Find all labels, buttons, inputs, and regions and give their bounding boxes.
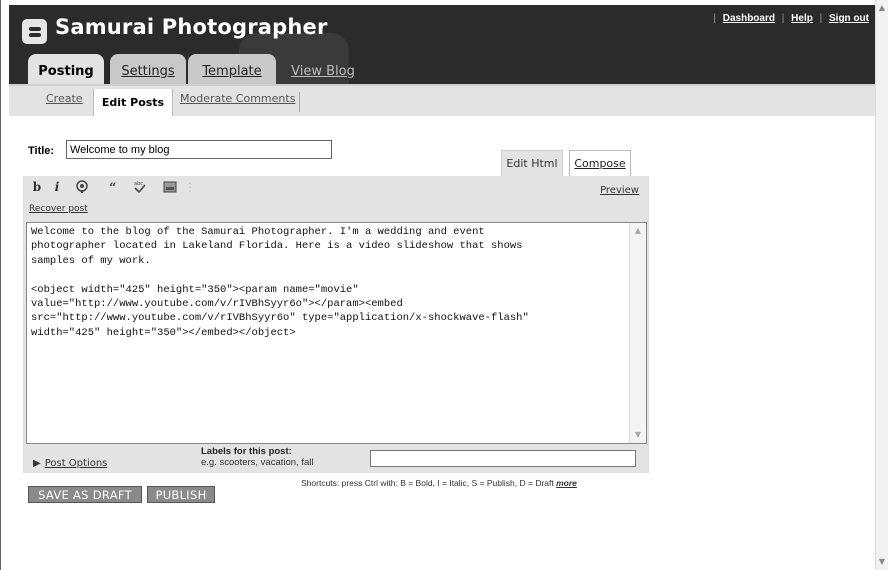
- image-icon[interactable]: [163, 180, 177, 194]
- blog-title[interactable]: Samurai Photographer: [55, 15, 328, 39]
- shortcuts-more-link[interactable]: more: [556, 478, 577, 488]
- scroll-down-icon[interactable]: ▼: [632, 429, 644, 441]
- post-body-textarea[interactable]: Welcome to the blog of the Samurai Photo…: [26, 222, 647, 444]
- publish-button[interactable]: PUBLISH: [147, 486, 215, 503]
- scroll-down-icon[interactable]: ▼: [876, 556, 888, 568]
- italic-icon[interactable]: i: [50, 180, 64, 194]
- logo-bar-top: [29, 27, 41, 31]
- tab-compose[interactable]: Compose: [569, 150, 631, 176]
- help-link[interactable]: Help: [791, 13, 813, 24]
- blogger-header: Samurai Photographer | Dashboard | Help …: [9, 5, 877, 89]
- post-options-link[interactable]: Post Options: [45, 458, 108, 469]
- sign-out-link[interactable]: Sign out: [829, 13, 869, 24]
- recover-post-link[interactable]: Recover post: [29, 204, 88, 214]
- scroll-up-icon[interactable]: ▲: [876, 2, 888, 14]
- logo-bar-bottom: [29, 33, 41, 37]
- labels-title: Labels for this post:: [201, 446, 292, 457]
- dashboard-link[interactable]: Dashboard: [723, 13, 775, 24]
- tab-view-blog[interactable]: View Blog: [285, 54, 361, 87]
- preview-link[interactable]: Preview: [600, 185, 639, 196]
- bold-icon[interactable]: b: [30, 180, 44, 194]
- labels-hint: e.g. scooters, vacation, fall: [201, 457, 314, 468]
- subnav-divider: [299, 92, 300, 112]
- subnav-moderate-comments[interactable]: Moderate Comments: [180, 92, 295, 105]
- link-icon[interactable]: [75, 180, 89, 194]
- post-editor: b i “ abc ⋮ Preview Recover post Welcome…: [23, 176, 649, 473]
- window-scrollbar[interactable]: ▲ ▼: [875, 0, 888, 570]
- toolbar-divider: ⋮: [184, 180, 196, 194]
- link-separator: |: [713, 13, 716, 24]
- expand-triangle-icon: ▶: [33, 458, 41, 469]
- blogger-logo-icon[interactable]: [22, 19, 47, 44]
- spellcheck-icon[interactable]: abc: [133, 180, 147, 194]
- post-body-text[interactable]: Welcome to the blog of the Samurai Photo…: [27, 223, 646, 342]
- shortcuts-text: Shortcuts: press Ctrl with: B = Bold, I …: [301, 478, 554, 488]
- title-label: Title:: [28, 145, 55, 157]
- scroll-up-icon[interactable]: ▲: [632, 225, 644, 237]
- labels-input[interactable]: [370, 450, 636, 467]
- subnav-create[interactable]: Create: [46, 92, 83, 105]
- shortcuts-hint: Shortcuts: press Ctrl with: B = Bold, I …: [301, 478, 577, 488]
- tab-settings[interactable]: Settings: [110, 54, 186, 87]
- save-as-draft-button[interactable]: SAVE AS DRAFT: [28, 486, 142, 503]
- post-options[interactable]: ▶ Post Options: [33, 458, 107, 469]
- post-title-input[interactable]: Welcome to my blog: [66, 140, 332, 159]
- textarea-scrollbar[interactable]: ▲ ▼: [629, 223, 646, 443]
- svg-text:“: “: [109, 181, 116, 194]
- tab-template[interactable]: Template: [188, 54, 276, 87]
- page-frame: Samurai Photographer | Dashboard | Help …: [0, 0, 877, 570]
- top-links: | Dashboard | Help | Sign out: [709, 13, 869, 24]
- subnav-edit-posts[interactable]: Edit Posts: [93, 89, 173, 116]
- sub-navigation: Create Edit Posts Moderate Comments: [9, 84, 877, 116]
- link-separator: |: [819, 13, 823, 24]
- tab-edit-html[interactable]: Edit Html: [501, 150, 563, 176]
- link-separator: |: [781, 13, 785, 24]
- svg-text:abc: abc: [134, 181, 143, 187]
- blockquote-icon[interactable]: “: [108, 180, 122, 196]
